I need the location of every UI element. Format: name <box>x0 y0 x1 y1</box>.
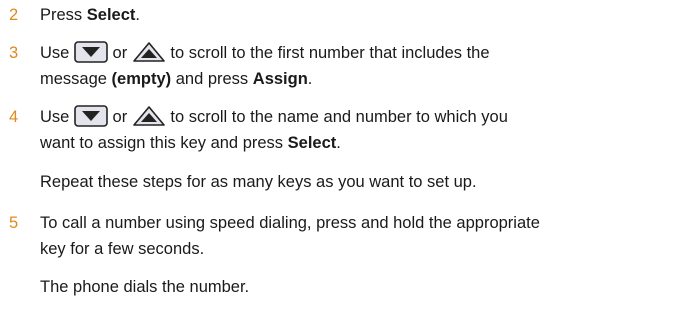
step-number: 5 <box>9 214 19 232</box>
repeat-note: Repeat these steps for as many keys as y… <box>40 173 477 191</box>
scroll-down-key-icon <box>74 105 108 127</box>
step-text: To call a number using speed dialing, pr… <box>40 214 540 258</box>
empty-message-label: (empty) <box>111 70 172 88</box>
step-text: Use or to scroll to the first number tha… <box>40 40 690 92</box>
result-note: The phone dials the number. <box>40 278 250 296</box>
select-key-label: Select <box>86 6 136 24</box>
step-text: Press Select. <box>40 6 140 24</box>
assign-key-label: Assign <box>252 70 308 88</box>
select-key-label: Select <box>287 134 337 152</box>
step-number: 3 <box>9 44 19 62</box>
step-number: 2 <box>9 6 19 24</box>
step-number: 4 <box>9 108 19 126</box>
scroll-up-key-icon <box>132 41 166 63</box>
scroll-up-key-icon <box>132 105 166 127</box>
scroll-down-key-icon <box>74 41 108 63</box>
step-text: Use or to scroll to the name and number … <box>40 104 690 156</box>
